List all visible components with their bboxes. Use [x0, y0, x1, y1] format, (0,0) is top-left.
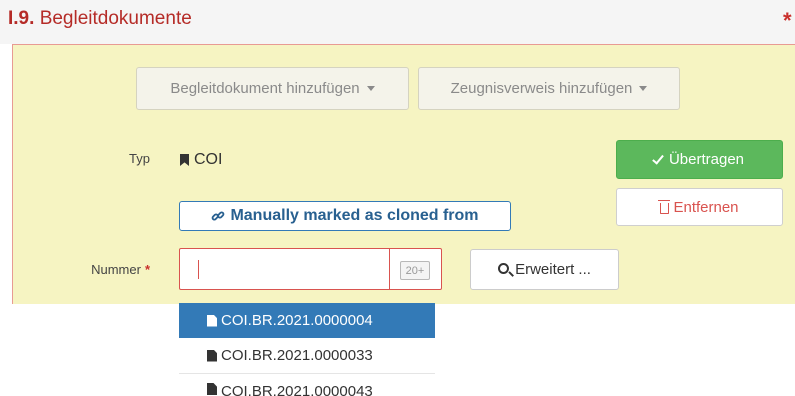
- chevron-down-icon: [639, 86, 648, 91]
- section-title: I.9. Begleitdokumente: [8, 8, 192, 30]
- suggestion-item[interactable]: COI.BR.2021.0000004: [179, 303, 435, 338]
- cloned-from-badge[interactable]: Manually marked as cloned from: [179, 201, 511, 231]
- suggestion-label: COI.BR.2021.0000004: [221, 312, 373, 329]
- add-certificate-ref-button[interactable]: Zeugnisverweis hinzufügen: [418, 67, 680, 110]
- advanced-search-label: Erweitert ...: [515, 261, 591, 278]
- advanced-search-button[interactable]: Erweitert ...: [470, 249, 619, 290]
- suggestion-item[interactable]: COI.BR.2021.0000043: [179, 374, 435, 396]
- check-icon: [652, 151, 664, 165]
- suggestion-item[interactable]: COI.BR.2021.0000033: [179, 338, 435, 373]
- search-icon: [498, 263, 510, 274]
- transfer-label: Übertragen: [668, 151, 745, 168]
- nummer-label-text: Nummer: [91, 262, 141, 277]
- typ-value: COI: [180, 151, 222, 169]
- typ-value-text: COI: [194, 151, 223, 168]
- add-document-label: Begleitdokument hinzufügen: [170, 80, 360, 97]
- file-icon: [207, 349, 217, 362]
- nummer-input[interactable]: 20+: [179, 248, 442, 290]
- remove-button[interactable]: Entfernen: [616, 188, 783, 226]
- add-document-button[interactable]: Begleitdokument hinzufügen: [136, 67, 409, 110]
- typ-label: Typ: [129, 151, 150, 166]
- chevron-down-icon: [366, 86, 375, 91]
- result-count-badge: 20+: [400, 261, 430, 280]
- suggestion-label: COI.BR.2021.0000033: [221, 347, 373, 364]
- text-cursor: [198, 260, 199, 279]
- remove-label: Entfernen: [673, 198, 739, 216]
- suggestion-dropdown: COI.BR.2021.0000004 COI.BR.2021.0000033 …: [179, 303, 435, 396]
- required-marker: *: [144, 262, 150, 277]
- section-title-text: Begleitdokumente: [39, 8, 192, 29]
- input-divider: [389, 248, 390, 290]
- file-icon: [207, 383, 217, 395]
- add-certificate-ref-label: Zeugnisverweis hinzufügen: [450, 80, 633, 97]
- link-icon: [212, 211, 225, 221]
- cloned-from-label: Manually marked as cloned from: [230, 207, 479, 224]
- trash-icon: [658, 199, 671, 214]
- transfer-button[interactable]: Übertragen: [616, 140, 783, 179]
- section-number: I.9.: [8, 8, 35, 29]
- bookmark-icon: [180, 154, 189, 166]
- section-header: I.9. Begleitdokumente *: [0, 0, 795, 44]
- required-marker: *: [783, 8, 792, 33]
- nummer-label: Nummer *: [70, 262, 150, 277]
- file-icon: [207, 314, 217, 327]
- suggestion-label: COI.BR.2021.0000043: [221, 383, 373, 396]
